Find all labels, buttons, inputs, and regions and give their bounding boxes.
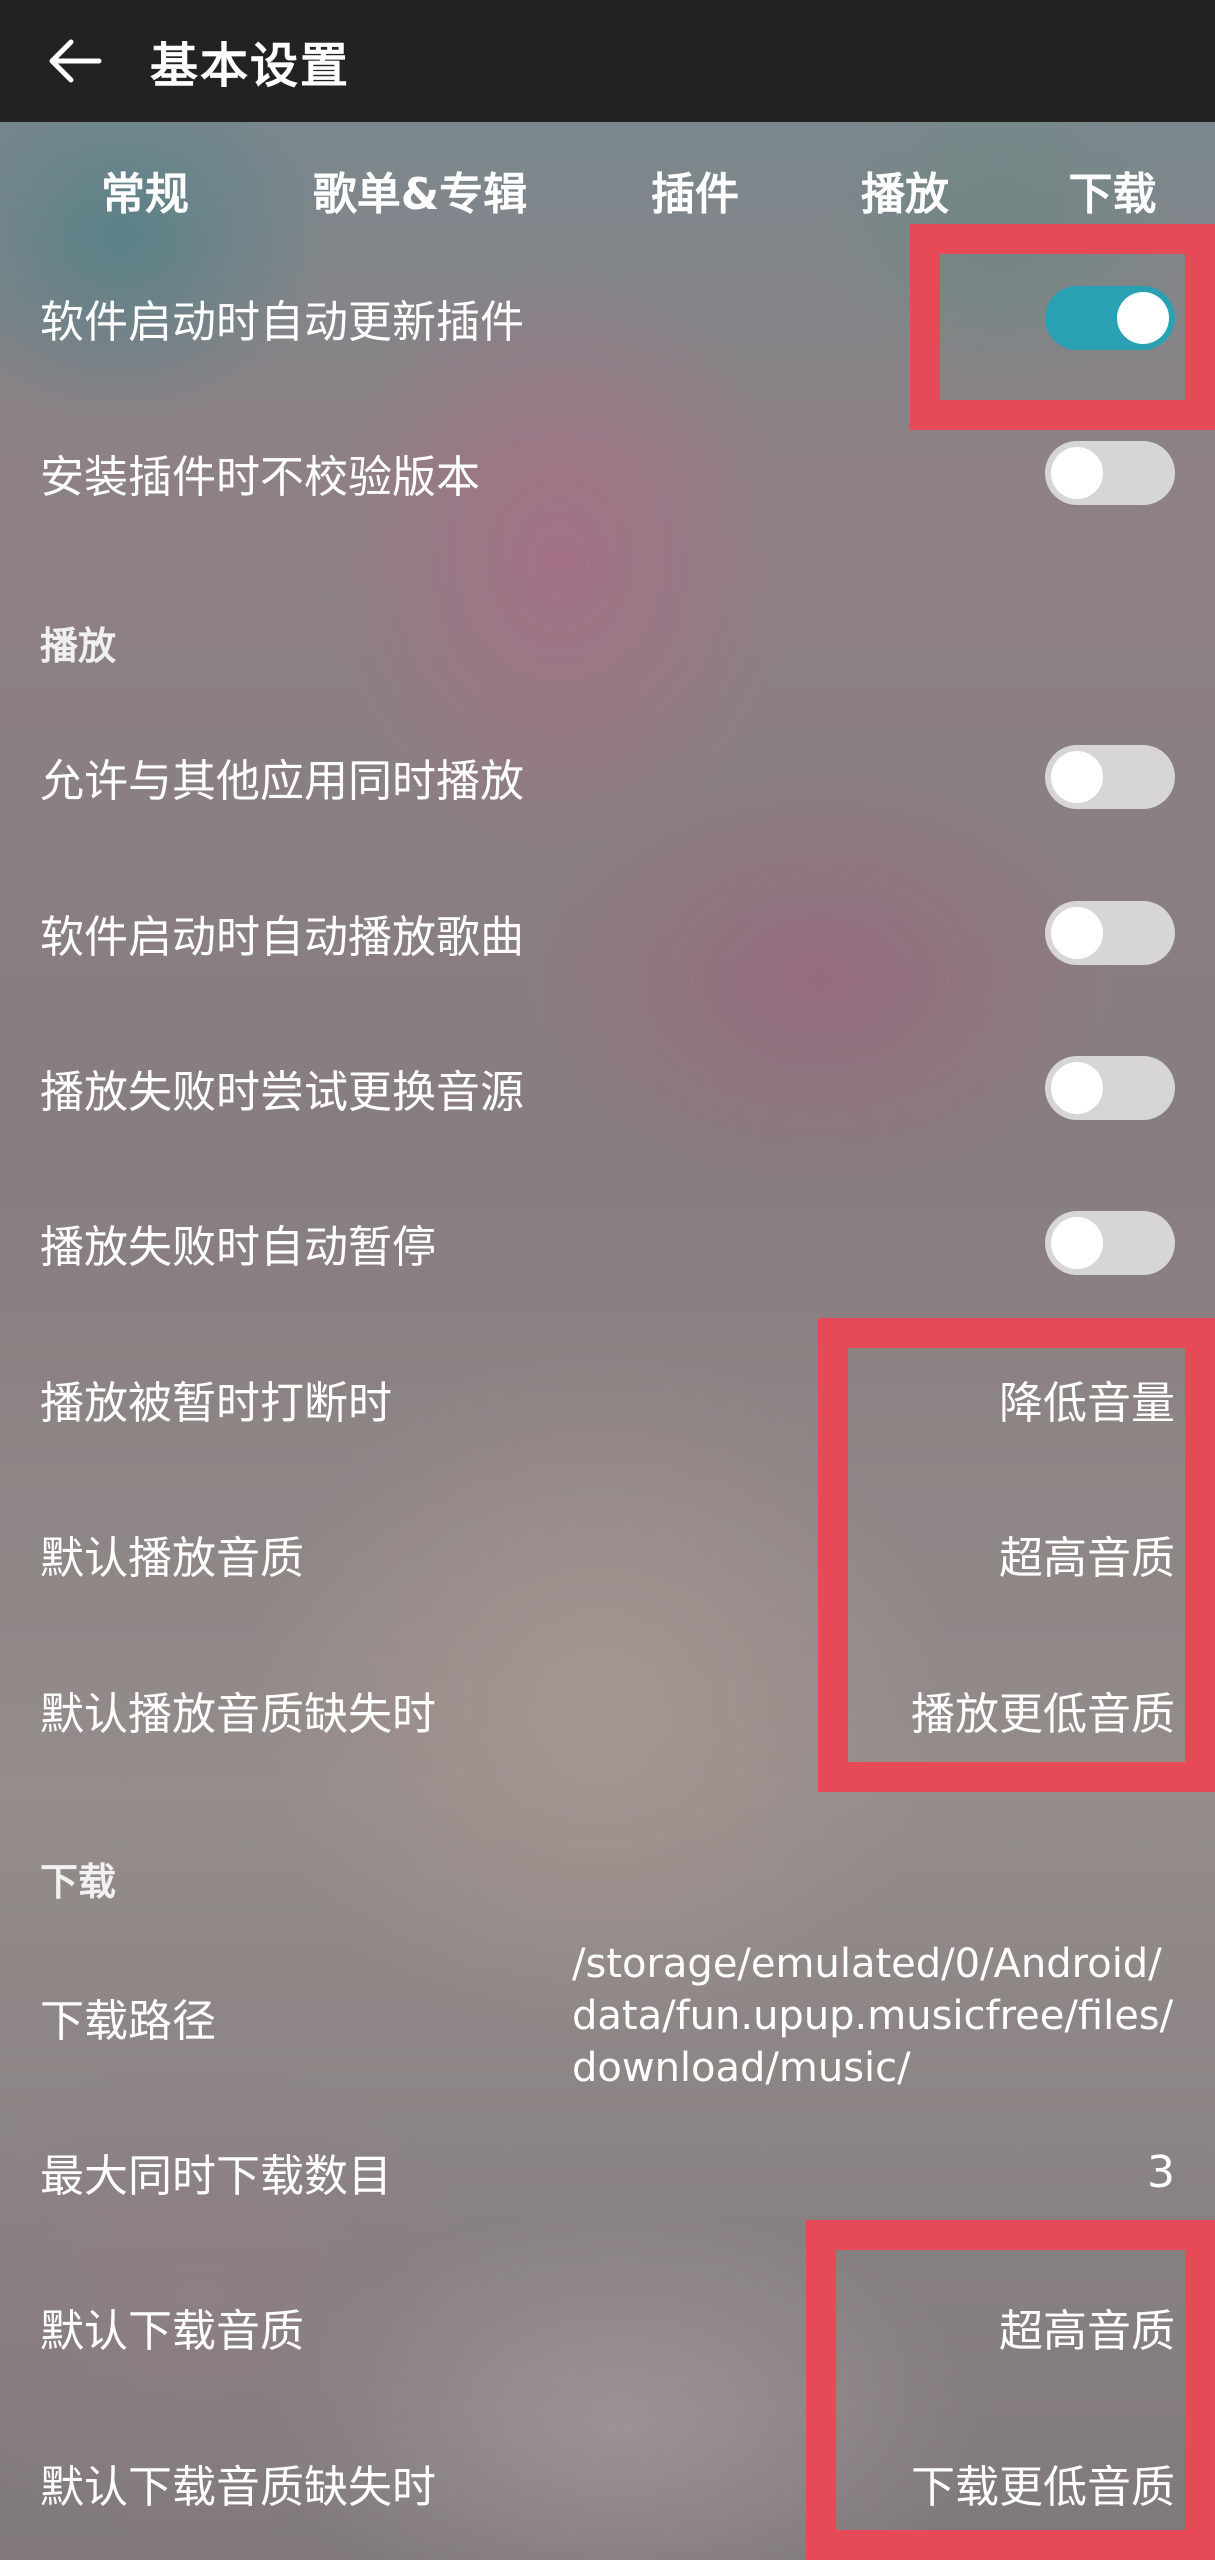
switch-knob bbox=[1051, 447, 1103, 499]
setting-switch-source[interactable]: 播放失败时尝试更换音源 bbox=[0, 1028, 1215, 1148]
allow-concurrent-play-switch[interactable] bbox=[1045, 745, 1175, 809]
setting-label: 播放被暂时打断时 bbox=[40, 1378, 392, 1429]
setting-label: 默认播放音质缺失时 bbox=[40, 1689, 436, 1740]
download-path-line: /storage/emulated/0/Android/ bbox=[572, 1941, 1162, 1987]
switch-knob bbox=[1051, 751, 1103, 803]
setting-label: 默认下载音质缺失时 bbox=[40, 2462, 436, 2513]
app-header: 基本设置 bbox=[0, 0, 1215, 122]
switch-source-switch[interactable] bbox=[1045, 1056, 1175, 1120]
switch-knob bbox=[1051, 1062, 1103, 1114]
setting-label: 默认播放音质 bbox=[40, 1533, 304, 1584]
setting-label: 软件启动时自动播放歌曲 bbox=[40, 912, 524, 963]
max-concurrent-download-value[interactable]: 3 bbox=[1147, 2112, 1175, 2232]
setting-max-concurrent-download[interactable]: 最大同时下载数目 3 bbox=[0, 2112, 1215, 2232]
setting-label: 软件启动时自动更新插件 bbox=[40, 297, 524, 348]
setting-label: 安装插件时不校验版本 bbox=[40, 452, 480, 503]
setting-label: 播放失败时尝试更换音源 bbox=[40, 1067, 524, 1118]
setting-label: 下载路径 bbox=[40, 1996, 216, 2047]
switch-knob bbox=[1051, 1217, 1103, 1269]
back-button[interactable] bbox=[0, 0, 150, 122]
download-path-line: data/fun.upup.musicfree/files/ bbox=[572, 1993, 1174, 2039]
arrow-left-icon bbox=[49, 39, 102, 83]
highlight-box-download-quality bbox=[806, 2220, 1215, 2560]
setting-label: 允许与其他应用同时播放 bbox=[40, 756, 524, 807]
setting-auto-pause[interactable]: 播放失败时自动暂停 bbox=[0, 1183, 1215, 1303]
highlight-box-auto-update bbox=[910, 224, 1215, 430]
setting-no-version-check[interactable]: 安装插件时不校验版本 bbox=[0, 413, 1215, 533]
page-title: 基本设置 bbox=[150, 38, 351, 94]
setting-allow-concurrent-play[interactable]: 允许与其他应用同时播放 bbox=[0, 717, 1215, 837]
setting-label: 播放失败时自动暂停 bbox=[40, 1222, 436, 1273]
switch-knob bbox=[1051, 907, 1103, 959]
setting-label: 默认下载音质 bbox=[40, 2306, 304, 2357]
highlight-box-play-quality bbox=[818, 1318, 1215, 1792]
setting-autoplay[interactable]: 软件启动时自动播放歌曲 bbox=[0, 873, 1215, 993]
download-path-value[interactable]: /storage/emulated/0/Android/ data/fun.up… bbox=[572, 1938, 1182, 2094]
section-title-play: 播放 bbox=[40, 623, 117, 668]
section-title-download: 下载 bbox=[40, 1859, 117, 1904]
autoplay-switch[interactable] bbox=[1045, 901, 1175, 965]
no-version-check-switch[interactable] bbox=[1045, 441, 1175, 505]
download-path-line: download/music/ bbox=[572, 2045, 911, 2091]
setting-label: 最大同时下载数目 bbox=[40, 2151, 392, 2202]
auto-pause-switch[interactable] bbox=[1045, 1211, 1175, 1275]
